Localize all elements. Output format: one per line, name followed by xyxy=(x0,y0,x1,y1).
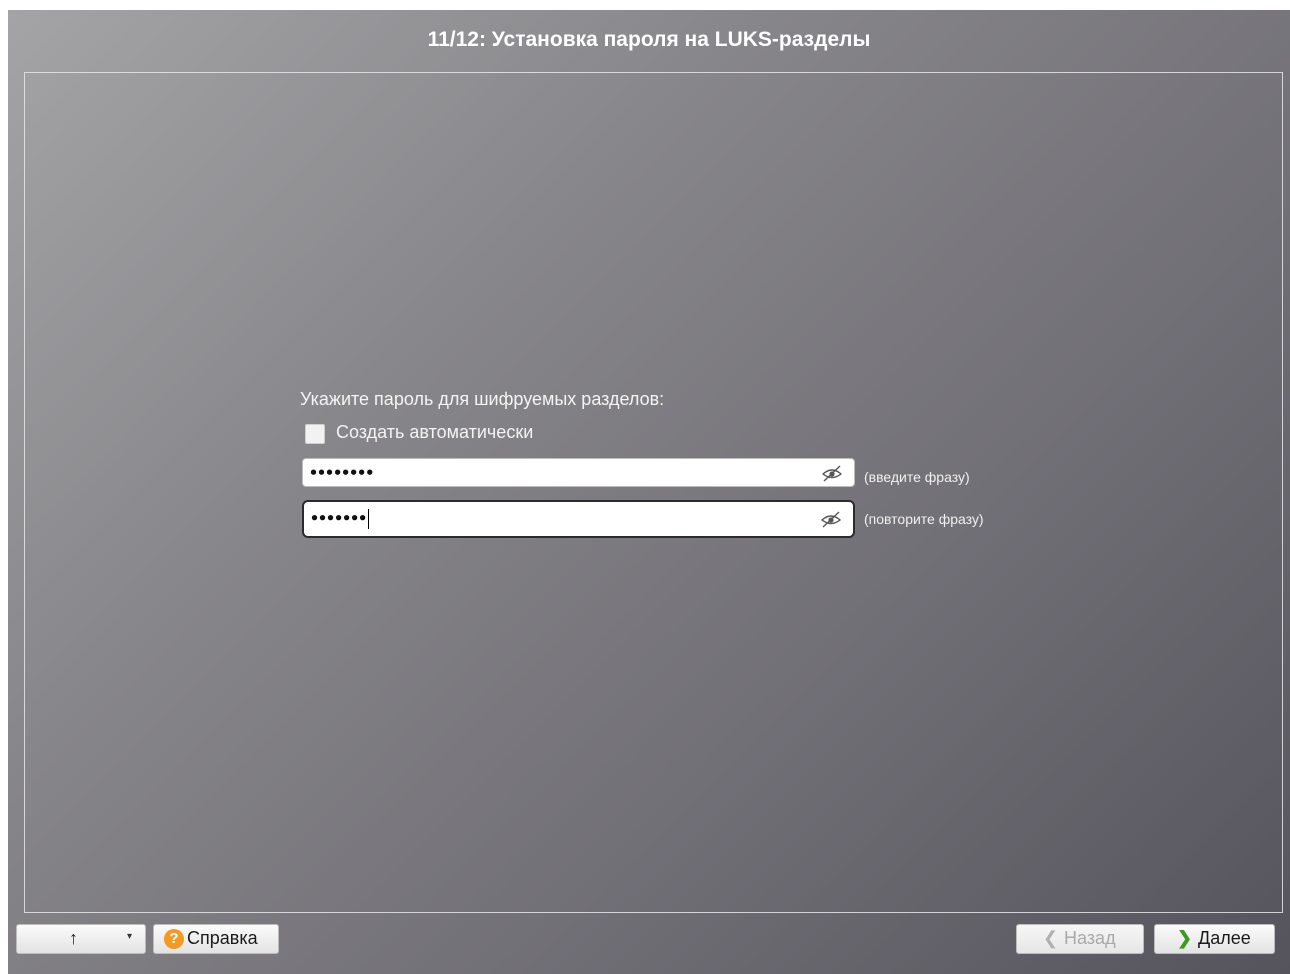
back-button[interactable]: ❮ Назад xyxy=(1016,924,1144,954)
help-button-label: Справка xyxy=(187,928,258,948)
passphrase-row: •••••••• (введите фразу) xyxy=(300,458,970,496)
auto-create-checkbox[interactable] xyxy=(305,424,325,444)
chevron-right-icon: ❯ xyxy=(1177,928,1193,948)
chevron-down-icon[interactable]: ▾ xyxy=(127,931,132,942)
passphrase-confirm-row: ••••••• (повторите фразу) xyxy=(300,500,984,538)
luks-password-form: Укажите пароль для шифруемых разделов: С… xyxy=(300,384,984,538)
next-button[interactable]: ❯ Далее xyxy=(1154,924,1275,954)
back-button-label: Назад xyxy=(1064,928,1116,948)
chevron-left-icon: ❮ xyxy=(1043,928,1059,948)
auto-create-label: Создать автоматически xyxy=(336,422,534,442)
auto-create-option[interactable]: Создать автоматически xyxy=(305,418,664,454)
passphrase-value: •••••••• xyxy=(309,463,374,482)
installer-window: 11/12: Установка пароля на LUKS-разделы … xyxy=(8,10,1290,974)
arrow-up-icon: ↑ xyxy=(69,928,78,948)
passphrase-hint: (введите фразу) xyxy=(864,469,970,485)
up-menu-button[interactable]: ↑ ▾ xyxy=(16,924,146,954)
eye-slash-icon[interactable] xyxy=(820,463,844,483)
passphrase-confirm-hint: (повторите фразу) xyxy=(864,511,984,527)
help-button[interactable]: ? Справка xyxy=(153,924,279,954)
passphrase-confirm-value: ••••••• xyxy=(310,509,367,528)
passphrase-confirm-input[interactable]: ••••••• xyxy=(302,500,855,538)
page-title: 11/12: Установка пароля на LUKS-разделы xyxy=(427,28,871,51)
passphrase-input[interactable]: •••••••• xyxy=(302,458,855,487)
passphrase-confirm-value-wrap: ••••••• xyxy=(310,509,370,529)
password-prompt-label: Укажите пароль для шифруемых разделов: xyxy=(300,389,665,409)
help-icon: ? xyxy=(164,929,184,949)
eye-slash-icon[interactable] xyxy=(819,509,843,529)
text-caret xyxy=(368,509,370,529)
next-button-label: Далее xyxy=(1198,928,1251,948)
